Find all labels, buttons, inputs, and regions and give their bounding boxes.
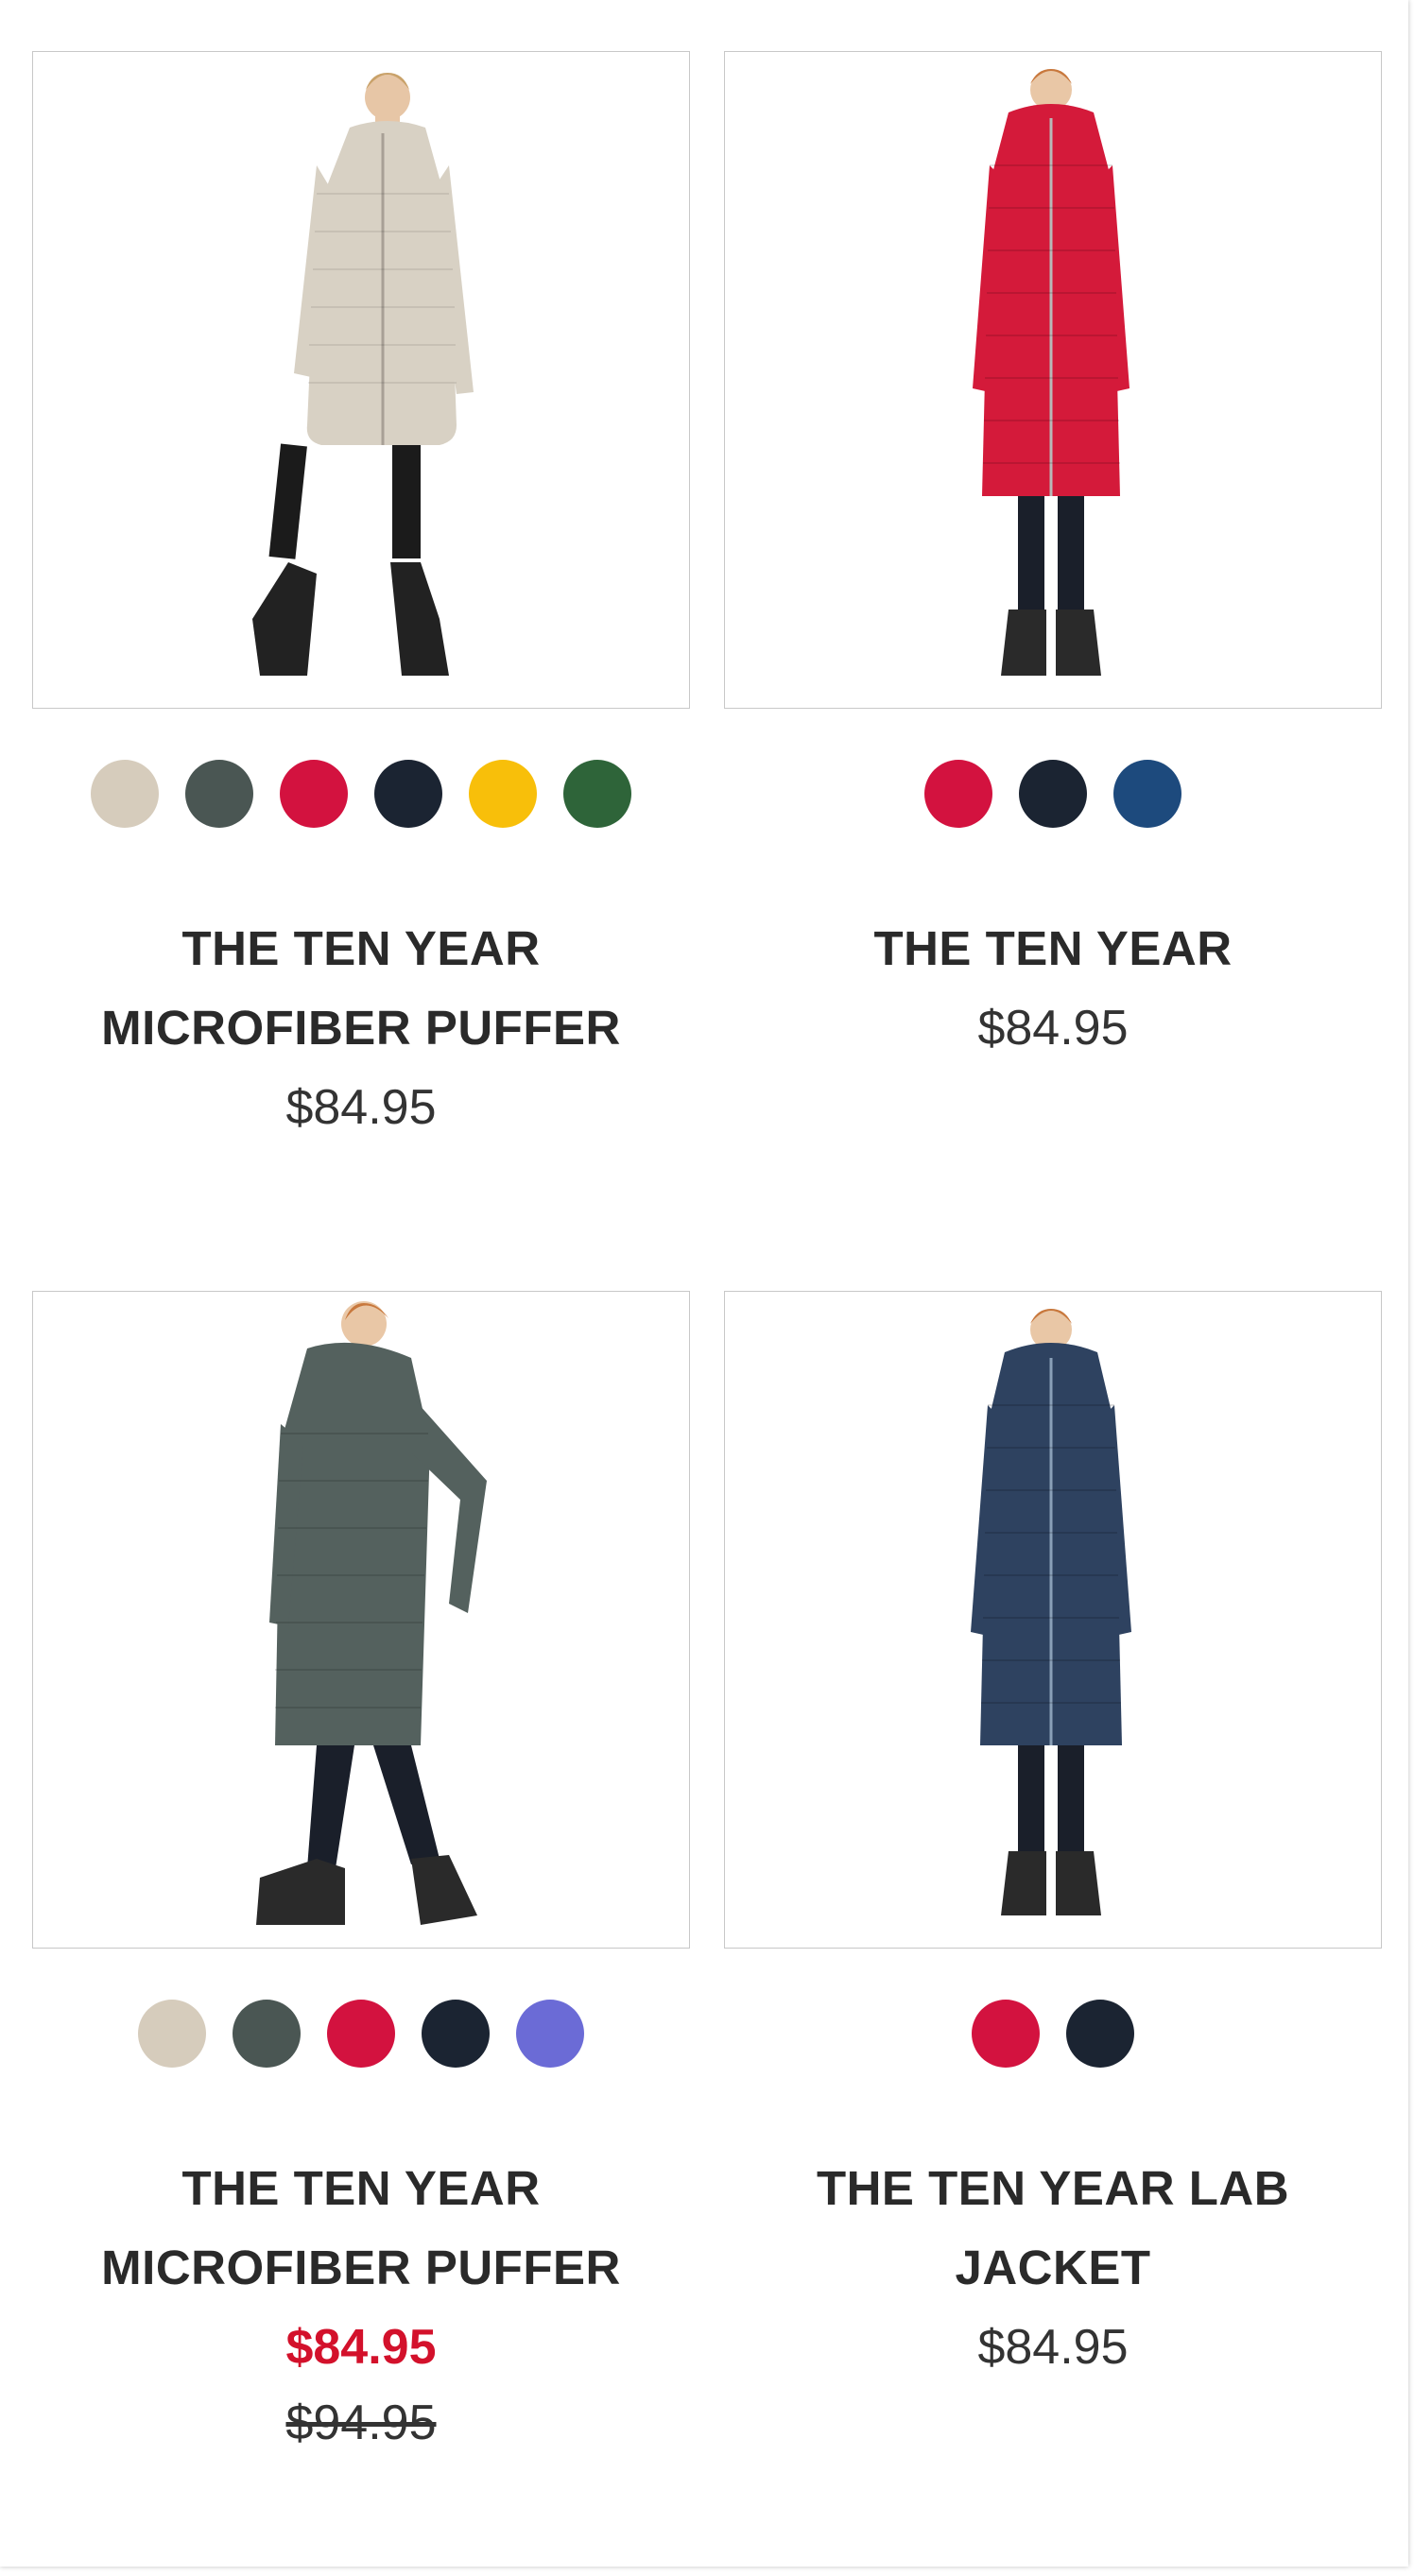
product-grid: THE TEN YEAR MICROFIBER PUFFER $84.95 TH…	[0, 0, 1408, 2567]
original-price: $94.95	[285, 2396, 437, 2450]
color-swatch-red[interactable]	[924, 760, 992, 828]
product-image[interactable]	[32, 1291, 690, 1949]
product-title[interactable]: THE TEN YEAR LAB JACKET	[724, 2149, 1382, 2308]
product-card: THE TEN YEAR $84.95	[724, 51, 1382, 1062]
product-title[interactable]: THE TEN YEAR MICROFIBER PUFFER	[32, 909, 690, 1068]
color-swatch-red[interactable]	[972, 2000, 1040, 2068]
color-swatch-navy[interactable]	[1066, 2000, 1134, 2068]
product-card: THE TEN YEAR LAB JACKET $84.95	[724, 1291, 1382, 2381]
model-figure	[256, 1301, 487, 1925]
product-card: THE TEN YEAR MICROFIBER PUFFER $84.95	[32, 51, 690, 1142]
color-swatch-blue[interactable]	[1113, 760, 1181, 828]
color-swatches	[32, 2000, 690, 2068]
product-image[interactable]	[724, 1291, 1382, 1949]
color-swatch-navy[interactable]	[1019, 760, 1087, 828]
color-swatch-beige[interactable]	[91, 760, 159, 828]
coat-model-illustration	[252, 73, 474, 676]
color-swatches	[32, 760, 690, 828]
sale-price: $84.95	[285, 2320, 437, 2375]
coat-model-illustration	[256, 1301, 487, 1925]
color-swatch-yellow[interactable]	[469, 760, 537, 828]
color-swatch-slate[interactable]	[233, 2000, 301, 2068]
product-price: $84.95	[285, 1080, 437, 1135]
color-swatch-navy[interactable]	[422, 2000, 490, 2068]
color-swatch-navy[interactable]	[374, 760, 442, 828]
color-swatch-red[interactable]	[327, 2000, 395, 2068]
coat-model-illustration	[971, 1309, 1131, 1915]
product-image[interactable]	[32, 51, 690, 709]
product-card: THE TEN YEAR MICROFIBER PUFFER $84.95 $9…	[32, 1291, 690, 2457]
color-swatch-red[interactable]	[280, 760, 348, 828]
product-image[interactable]	[724, 51, 1382, 709]
model-figure	[971, 1309, 1131, 1915]
color-swatch-green[interactable]	[563, 760, 631, 828]
product-title[interactable]: THE TEN YEAR	[724, 909, 1382, 988]
coat-model-illustration	[973, 69, 1129, 676]
color-swatches	[724, 760, 1382, 828]
color-swatch-periwinkle[interactable]	[516, 2000, 584, 2068]
product-title[interactable]: THE TEN YEAR MICROFIBER PUFFER	[32, 2149, 690, 2308]
model-figure	[252, 73, 474, 676]
color-swatch-slate[interactable]	[185, 760, 253, 828]
color-swatch-beige[interactable]	[138, 2000, 206, 2068]
product-price: $84.95	[977, 1001, 1129, 1056]
color-swatches	[724, 2000, 1382, 2068]
model-figure	[973, 69, 1129, 676]
product-price: $84.95	[977, 2320, 1129, 2375]
